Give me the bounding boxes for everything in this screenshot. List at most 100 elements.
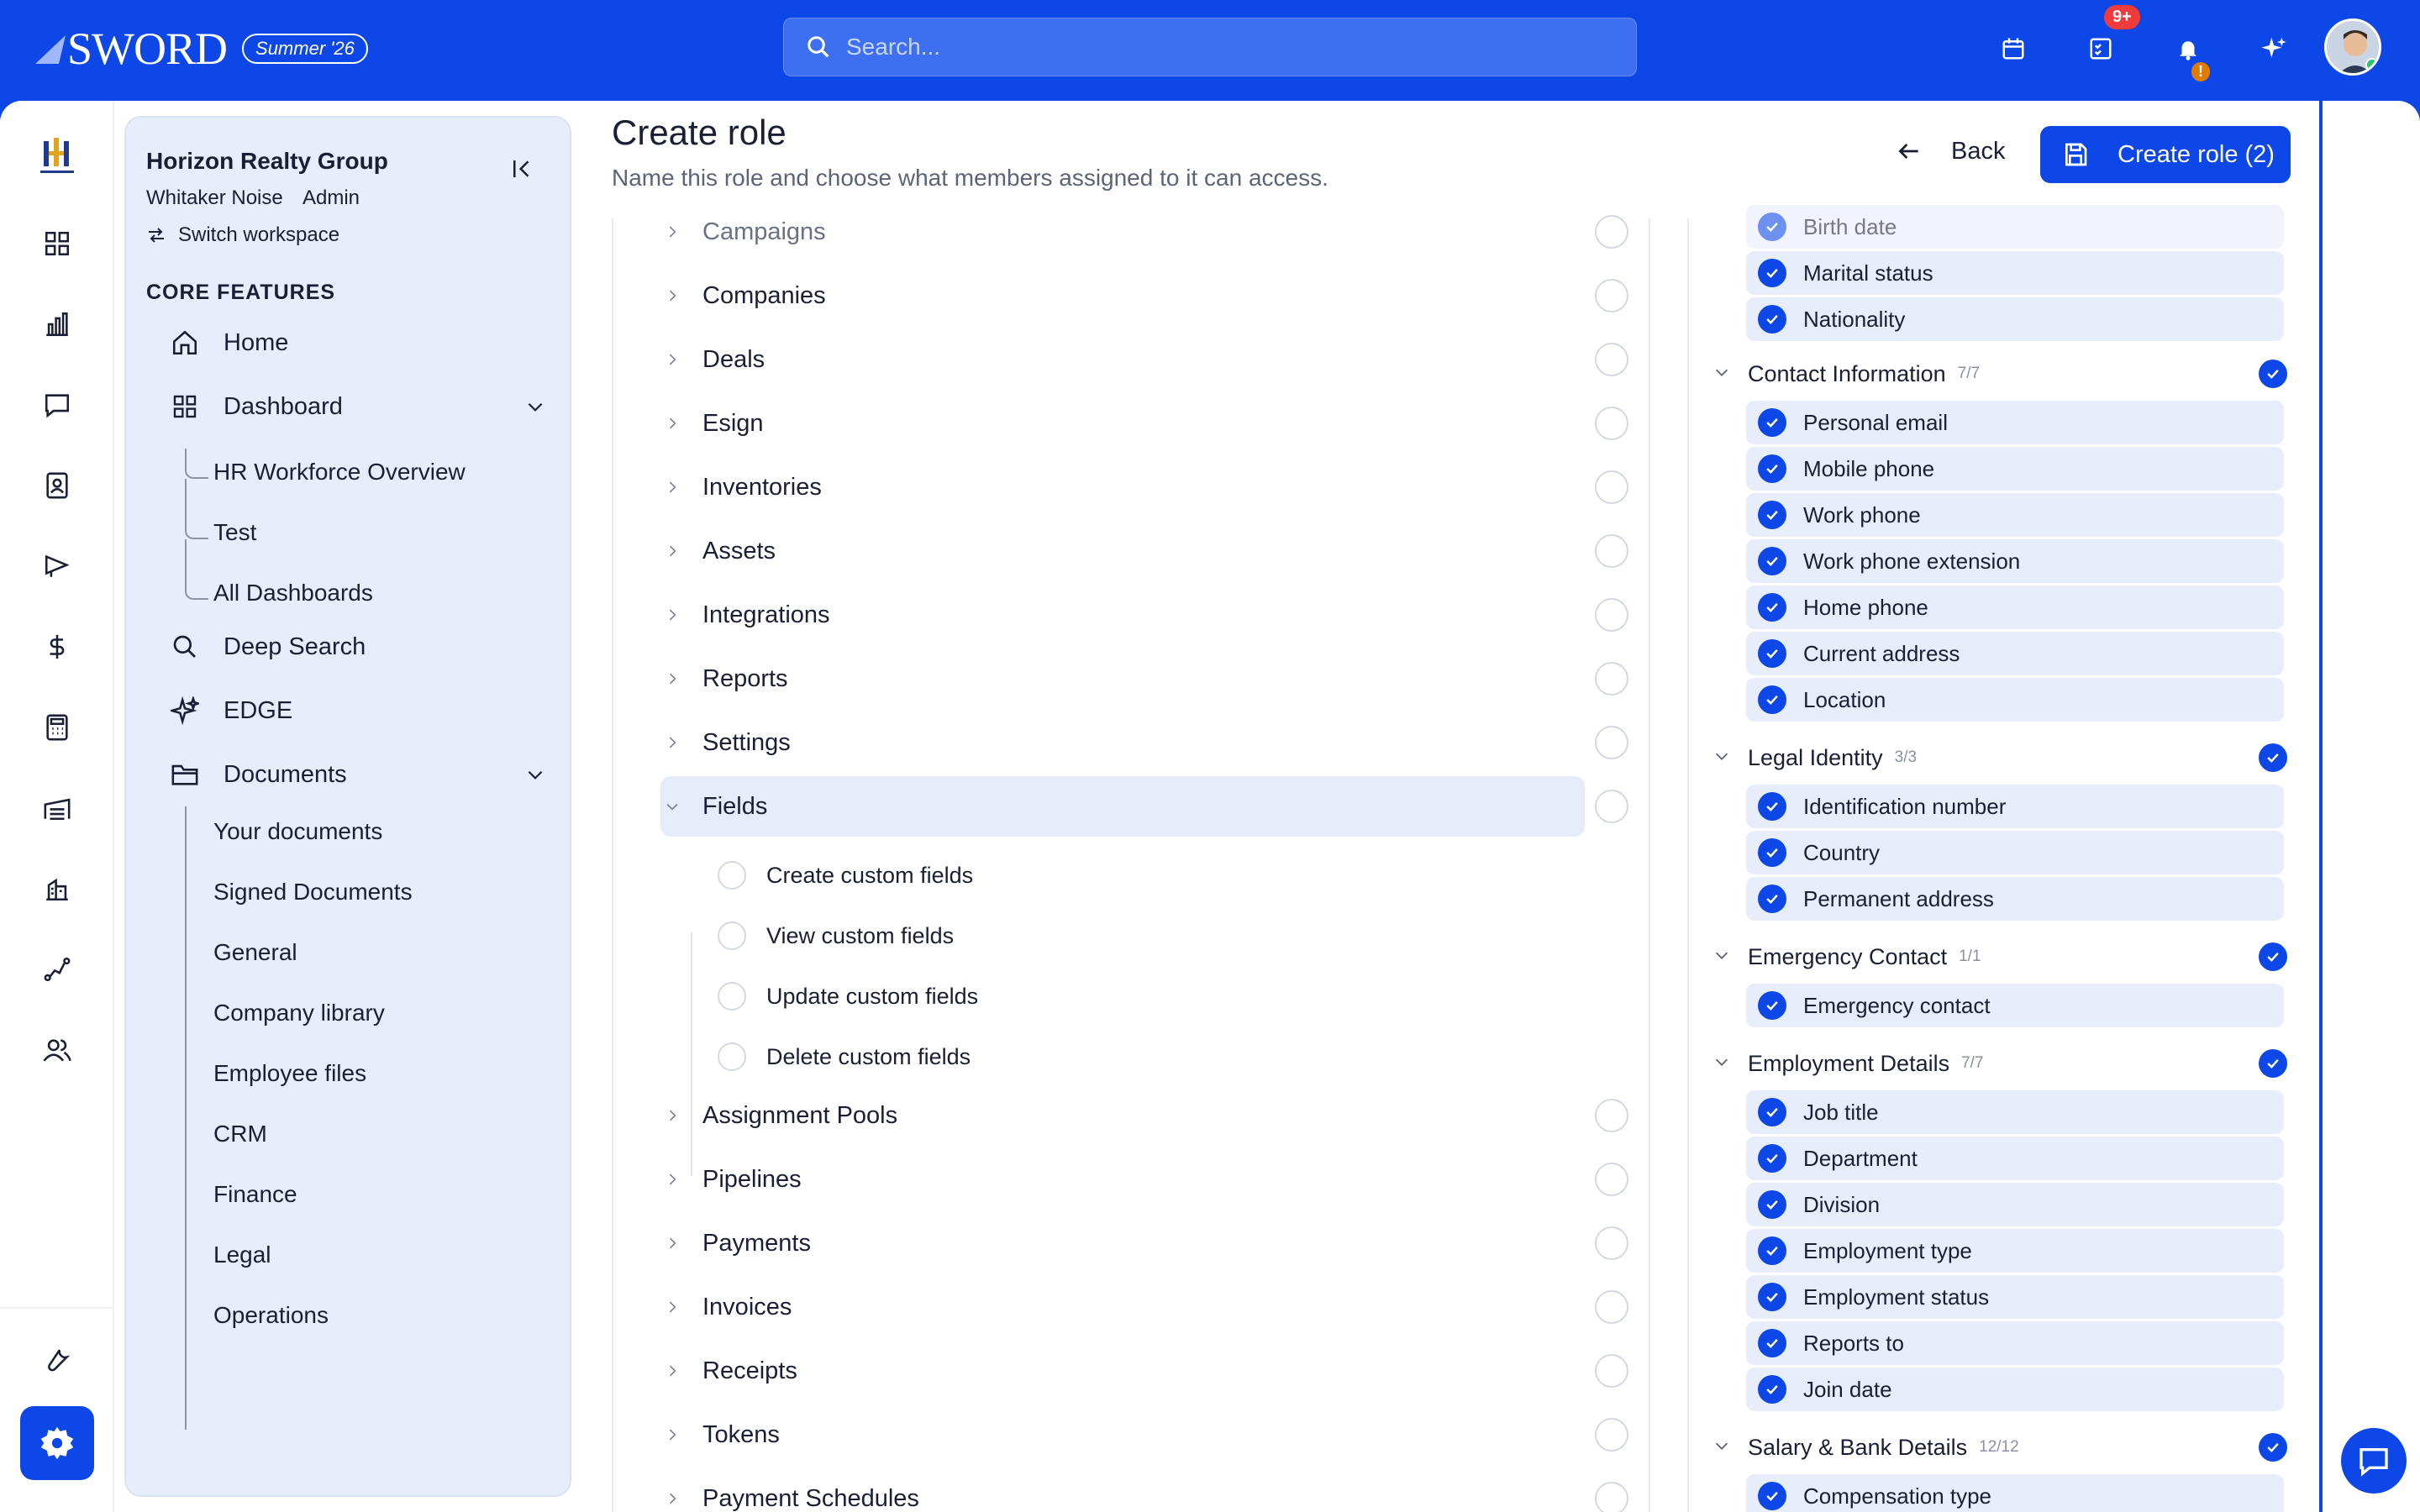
tasks-button[interactable]: 9+ <box>2077 3 2142 72</box>
module-select-checkbox[interactable] <box>1595 598 1628 632</box>
fields-sub-permission[interactable]: Create custom fields <box>718 850 973 900</box>
checkbox-checked-icon[interactable] <box>1758 1375 1786 1404</box>
nav-edge[interactable]: EDGE <box>168 685 292 736</box>
permission-module-row[interactable]: Assignment Pools <box>660 1085 1585 1146</box>
checkbox-checked-icon[interactable] <box>1758 885 1786 913</box>
field-access-item[interactable]: Division <box>1746 1183 2284 1226</box>
module-select-checkbox[interactable] <box>1595 534 1628 568</box>
checkbox-checked-icon[interactable] <box>1758 1329 1786 1357</box>
rail-dashboard[interactable] <box>32 218 82 269</box>
checkbox-checked-icon[interactable] <box>1758 259 1786 287</box>
field-group-header[interactable]: Salary & Bank Details 12/12 <box>1712 1424 2301 1471</box>
workspace-logo[interactable] <box>32 131 82 181</box>
permission-module-row[interactable]: Inventories <box>660 457 1585 517</box>
checkbox-checked-icon[interactable] <box>1758 1236 1786 1265</box>
rail-calculator[interactable] <box>32 702 82 753</box>
module-select-checkbox[interactable] <box>1595 279 1628 312</box>
documents-sub-item[interactable]: Legal <box>213 1238 271 1272</box>
rail-warehouse[interactable] <box>32 783 82 833</box>
permission-module-row[interactable]: Companies <box>660 265 1585 326</box>
field-access-item[interactable]: Compensation type <box>1746 1474 2284 1512</box>
checkbox-checked-icon[interactable] <box>1758 1482 1786 1510</box>
field-group-header[interactable]: Emergency Contact 1/1 <box>1712 933 2301 980</box>
checkbox-checked-icon[interactable] <box>1758 639 1786 668</box>
group-checkbox-checked-icon[interactable] <box>2259 942 2287 971</box>
group-checkbox-checked-icon[interactable] <box>2259 360 2287 388</box>
group-checkbox-checked-icon[interactable] <box>2259 743 2287 772</box>
field-access-item[interactable]: Nationality <box>1746 297 2284 341</box>
documents-sub-item[interactable]: General <box>213 936 297 969</box>
checkbox-checked-icon[interactable] <box>1758 792 1786 821</box>
nav-home[interactable]: Home <box>168 318 288 368</box>
rail-companies[interactable] <box>32 864 82 914</box>
fields-sub-permission[interactable]: Update custom fields <box>718 971 978 1021</box>
permission-module-row[interactable]: Fields <box>660 776 1585 837</box>
field-access-item[interactable]: Emergency contact <box>1746 984 2284 1027</box>
module-select-checkbox[interactable] <box>1595 1418 1628 1452</box>
rail-settings[interactable] <box>20 1406 94 1480</box>
documents-sub-item[interactable]: Signed Documents <box>213 875 413 909</box>
dashboard-sub-item[interactable]: Test <box>213 516 256 549</box>
field-access-item[interactable]: Marital status <box>1746 251 2284 295</box>
search-input[interactable] <box>846 34 1518 60</box>
permission-module-row[interactable]: Integrations <box>660 585 1585 645</box>
module-select-checkbox[interactable] <box>1595 407 1628 440</box>
field-access-item[interactable]: Permanent address <box>1746 877 2284 921</box>
calendar-button[interactable] <box>1990 25 2037 72</box>
permission-checkbox[interactable] <box>718 921 746 950</box>
permission-module-row[interactable]: Assets <box>660 521 1585 581</box>
checkbox-checked-icon[interactable] <box>1758 1144 1786 1173</box>
permission-module-row[interactable]: Tokens <box>660 1404 1585 1465</box>
permission-module-row[interactable]: Deals <box>660 329 1585 390</box>
app-logo[interactable]: SWORD Summer '26 <box>34 22 368 76</box>
permission-checkbox[interactable] <box>718 861 746 890</box>
checkbox-checked-icon[interactable] <box>1758 305 1786 333</box>
field-access-item[interactable]: Employment type <box>1746 1229 2284 1273</box>
field-access-item[interactable]: Job title <box>1746 1090 2284 1134</box>
checkbox-checked-icon[interactable] <box>1758 547 1786 575</box>
permission-module-row[interactable]: Payment Schedules <box>660 1468 1585 1512</box>
rail-campaigns[interactable] <box>32 541 82 591</box>
field-access-item[interactable]: Work phone <box>1746 493 2284 537</box>
permission-checkbox[interactable] <box>718 1042 746 1071</box>
dashboard-sub-item[interactable]: All Dashboards <box>213 576 373 610</box>
checkbox-checked-icon[interactable] <box>1758 991 1786 1020</box>
module-select-checkbox[interactable] <box>1595 1226 1628 1260</box>
checkbox-checked-icon[interactable] <box>1758 685 1786 714</box>
field-access-item[interactable]: Current address <box>1746 632 2284 675</box>
checkbox-checked-icon[interactable] <box>1758 593 1786 622</box>
back-button[interactable]: Back <box>1882 123 2018 180</box>
module-select-checkbox[interactable] <box>1595 662 1628 696</box>
checkbox-checked-icon[interactable] <box>1758 1190 1786 1219</box>
rail-pipelines[interactable] <box>32 944 82 995</box>
nav-dashboard[interactable]: Dashboard <box>168 381 546 432</box>
checkbox-checked-icon[interactable] <box>1758 1283 1786 1311</box>
checkbox-checked-icon[interactable] <box>1758 1098 1786 1126</box>
rail-teams[interactable] <box>32 1025 82 1075</box>
documents-sub-item[interactable]: Your documents <box>213 815 382 848</box>
permission-module-row[interactable]: Campaigns <box>660 202 1585 262</box>
create-role-button[interactable]: Create role (2) <box>2040 126 2291 183</box>
support-chat-button[interactable] <box>2341 1428 2407 1494</box>
fields-sub-permission[interactable]: View custom fields <box>718 911 954 961</box>
rail-contacts[interactable] <box>32 460 82 511</box>
field-access-item[interactable]: Work phone extension <box>1746 539 2284 583</box>
module-select-checkbox[interactable] <box>1595 1354 1628 1388</box>
group-checkbox-checked-icon[interactable] <box>2259 1433 2287 1462</box>
module-select-checkbox[interactable] <box>1595 470 1628 504</box>
switch-workspace-link[interactable]: Switch workspace <box>146 223 339 247</box>
field-access-item[interactable]: Personal email <box>1746 401 2284 444</box>
rail-messages[interactable] <box>32 380 82 430</box>
field-access-item[interactable]: Country <box>1746 831 2284 874</box>
rail-finance[interactable] <box>32 622 82 672</box>
group-checkbox-checked-icon[interactable] <box>2259 1049 2287 1078</box>
nav-documents[interactable]: Documents <box>168 749 546 800</box>
module-select-checkbox[interactable] <box>1595 790 1628 823</box>
field-access-item[interactable]: Home phone <box>1746 585 2284 629</box>
module-select-checkbox[interactable] <box>1595 215 1628 249</box>
nav-deep-search[interactable]: Deep Search <box>168 622 366 672</box>
field-group-header[interactable]: Employment Details 7/7 <box>1712 1040 2301 1087</box>
permission-module-row[interactable]: Payments <box>660 1213 1585 1273</box>
fields-sub-permission[interactable]: Delete custom fields <box>718 1032 971 1082</box>
documents-sub-item[interactable]: Operations <box>213 1299 329 1332</box>
